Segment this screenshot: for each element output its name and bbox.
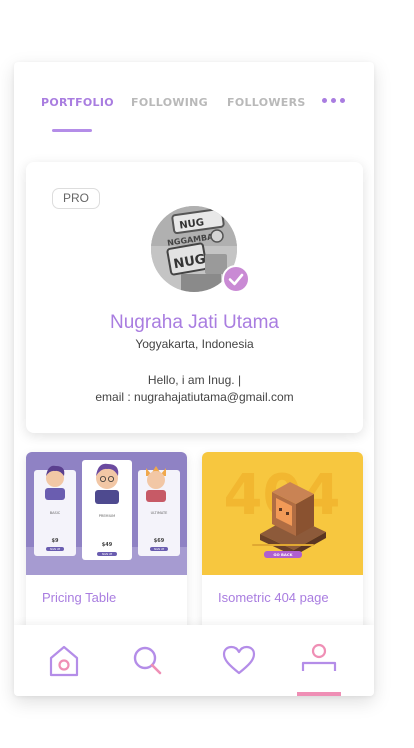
profile-location: Yogyakarta, Indonesia [135, 337, 254, 351]
go-back-button-text: GO BACK [273, 552, 293, 557]
heart-icon[interactable] [219, 641, 259, 681]
profile-name: Nugraha Jati Utama [110, 312, 279, 333]
pricing-table-thumbnail: BASIC $9 SIGN UP PREMIUM $49 SIGN UP ULT… [26, 452, 187, 575]
plan-price: $69 [154, 538, 165, 544]
plan-price: $49 [102, 542, 113, 548]
profile-bio: Hello, i am Inug. | email : nugrahajatiu… [26, 372, 363, 406]
plan-name: ULTIMATE [151, 511, 168, 515]
plan-signup: SIGN UP [102, 552, 113, 556]
tab-bar: PORTFOLIO FOLLOWING FOLLOWERS [14, 62, 374, 140]
portfolio-title: Pricing Table [42, 590, 117, 605]
active-tab-indicator [52, 129, 92, 132]
profile-icon[interactable] [299, 641, 339, 681]
tab-followers[interactable]: FOLLOWERS [227, 96, 306, 109]
home-icon[interactable] [44, 641, 84, 681]
portfolio-card-pricing-table[interactable]: BASIC $9 SIGN UP PREMIUM $49 SIGN UP ULT… [26, 452, 187, 632]
tab-portfolio[interactable]: PORTFOLIO [41, 96, 114, 109]
plan-name: BASIC [50, 511, 61, 515]
pro-badge: PRO [52, 188, 101, 209]
check-badge-icon [222, 265, 250, 293]
plan-signup: SIGN UP [154, 547, 165, 551]
search-icon[interactable] [128, 641, 168, 681]
tab-following[interactable]: FOLLOWING [131, 96, 208, 109]
profile-card: PRO NUG NGGAMBAR NUG Nugraha Jati Utama … [26, 162, 363, 433]
plan-name: PREMIUM [99, 514, 115, 518]
portfolio-card-404[interactable]: 404 GO BACK Isometric 404 page [202, 452, 363, 632]
profile-screen: PORTFOLIO FOLLOWING FOLLOWERS PRO NUG NG… [14, 62, 374, 696]
bio-line: Hello, i am Inug. | [147, 373, 242, 387]
plan-signup: SIGN UP [50, 547, 61, 551]
active-nav-indicator [297, 692, 341, 696]
plan-price: $9 [52, 538, 59, 544]
more-horizontal-icon[interactable] [322, 98, 345, 103]
bottom-navigation [14, 625, 374, 696]
isometric-404-thumbnail: 404 GO BACK [202, 452, 363, 575]
bio-email: email : nugrahajatiutama@gmail.com [95, 390, 294, 404]
portfolio-title: Isometric 404 page [218, 590, 329, 605]
